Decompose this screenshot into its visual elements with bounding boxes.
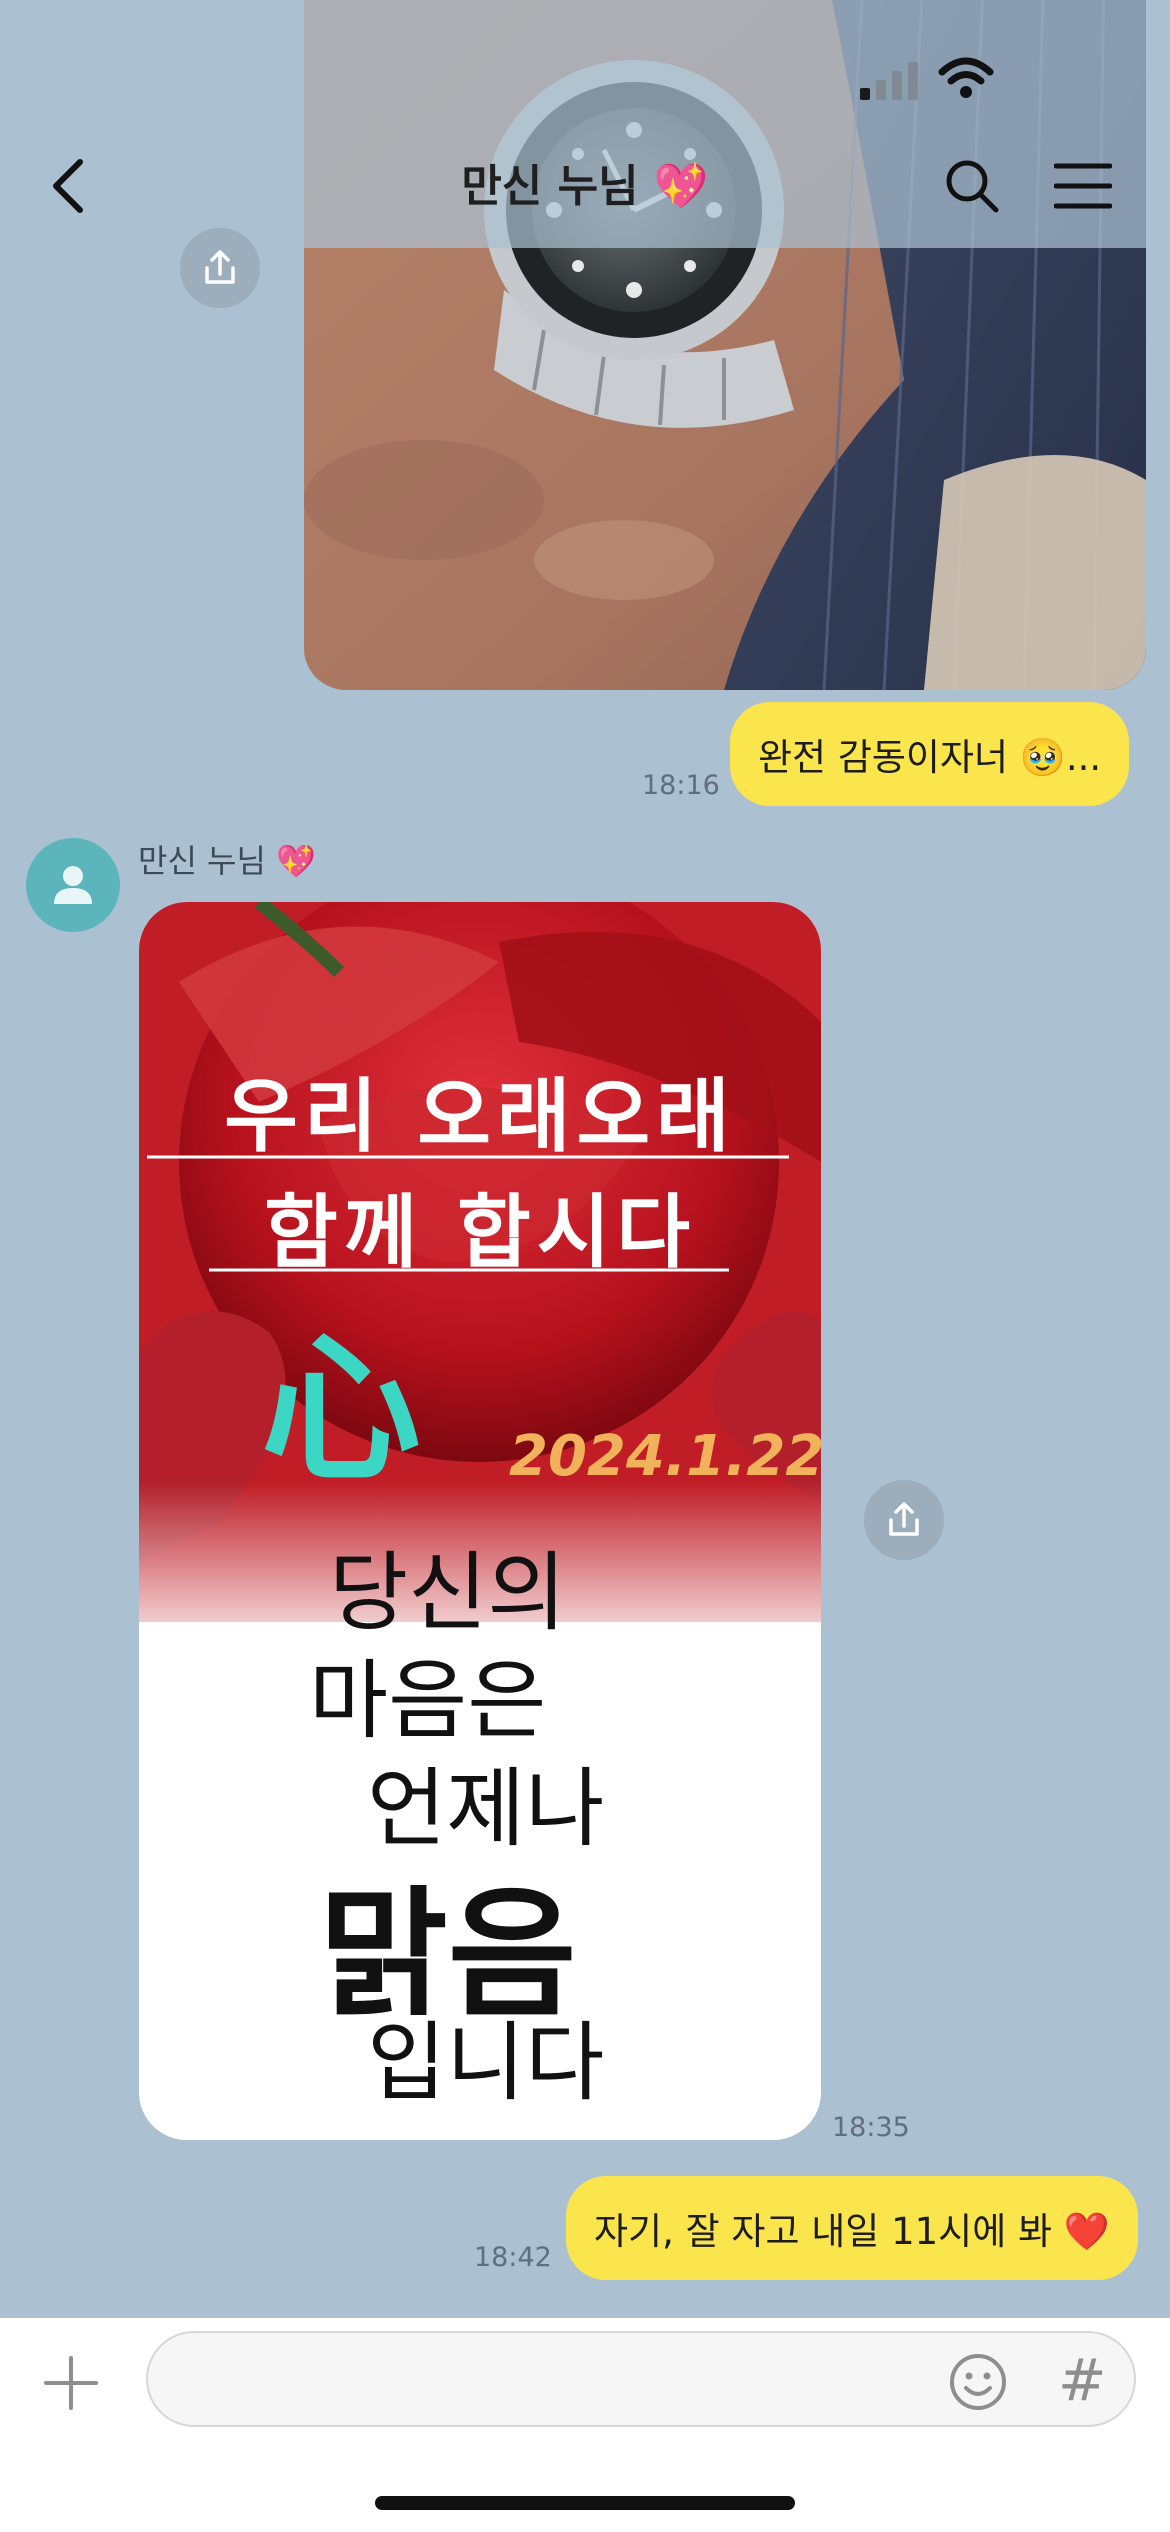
hashtag-icon: # [1058, 2346, 1107, 2414]
share-button[interactable] [180, 228, 260, 308]
chat-title-text: 만신 누님 [461, 161, 639, 212]
wifi-icon [938, 56, 994, 100]
image-text-line: 입니다 [367, 2013, 605, 2113]
image-text-line: 당신의 [329, 1543, 567, 1643]
cellular-signal-icon [858, 60, 922, 100]
plus-icon [44, 2356, 98, 2410]
sender-name-text: 만신 누님 [138, 842, 266, 880]
image-text-line: 함께 합시다 [264, 1186, 696, 1279]
navigation-bar: 만신 누님 💖 [0, 0, 1170, 248]
message-input-bar: # [0, 2318, 1170, 2532]
hamburger-menu-icon [1053, 163, 1113, 209]
received-image-card[interactable]: 우리 오래오래 함께 합시다 心 2024.1.22 당신의 마음은 언제나 맑… [139, 902, 821, 2140]
sparkling-heart-emoji: 💖 [653, 161, 709, 212]
message-time: 18:16 [642, 770, 720, 801]
sent-message-bubble[interactable]: 완전 감동이자너 🥹... [730, 702, 1130, 806]
sender-name: 만신 누님 💖 [138, 836, 316, 882]
emoji-button[interactable] [948, 2352, 1008, 2412]
emoji-icon [950, 2354, 1006, 2410]
share-icon [889, 1502, 919, 1536]
default-profile-icon [54, 866, 92, 904]
share-icon [205, 250, 235, 284]
message-time: 18:35 [832, 2112, 910, 2143]
search-icon [946, 160, 999, 213]
search-button[interactable] [944, 158, 1000, 214]
share-button[interactable] [864, 1480, 944, 1560]
image-date-text: 2024.1.22 [509, 1424, 821, 1489]
sparkling-heart-emoji: 💖 [276, 842, 316, 880]
attach-button[interactable] [44, 2356, 98, 2410]
sent-message-text: 완전 감동이자너 🥹... [758, 736, 1102, 779]
heart-glyph-text: 心 [261, 1316, 422, 1503]
avatar[interactable] [26, 838, 120, 932]
sent-message-bubble[interactable]: 자기, 잘 자고 내일 11시에 봐 ❤️ [566, 2176, 1138, 2280]
hashtag-button[interactable]: # [1058, 2346, 1107, 2414]
sent-message-text: 자기, 잘 자고 내일 11시에 봐 ❤️ [594, 2210, 1110, 2253]
image-text-line: 우리 오래오래 [224, 1070, 736, 1163]
message-time: 18:42 [474, 2242, 552, 2273]
home-indicator [375, 2496, 795, 2510]
image-text-line: 마음은 [309, 1651, 547, 1751]
menu-button[interactable] [1053, 162, 1113, 210]
